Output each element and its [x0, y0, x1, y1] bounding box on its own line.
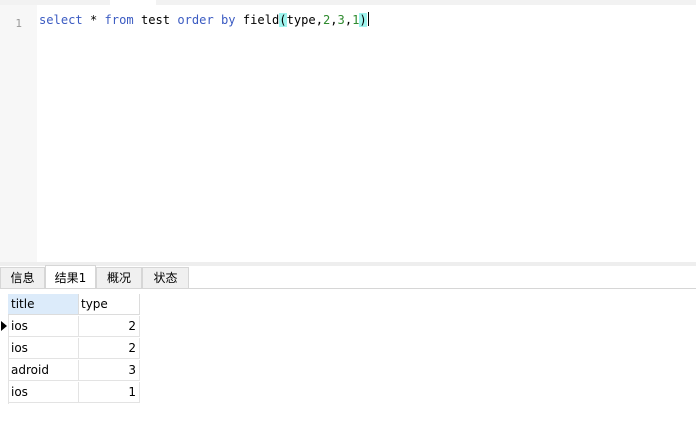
query-tab-strip: [0, 0, 696, 5]
query-tab[interactable]: [110, 0, 156, 5]
tab-result1[interactable]: 结果1: [45, 265, 96, 288]
current-row-arrow-icon: [1, 321, 7, 331]
keyword-order: order: [177, 13, 214, 27]
tab-profile[interactable]: 概况: [96, 267, 142, 288]
cell-title[interactable]: ios: [8, 316, 79, 337]
tab-status[interactable]: 状态: [142, 267, 189, 288]
open-paren: (: [279, 13, 287, 27]
column-header-title[interactable]: title: [8, 294, 79, 315]
cell-type[interactable]: 2: [79, 338, 140, 359]
line-number-gutter: 1: [0, 5, 37, 262]
star-token: *: [89, 13, 98, 27]
column-arg: type: [286, 13, 316, 27]
cell-type[interactable]: 1: [79, 382, 140, 403]
text-caret: [367, 12, 369, 26]
number-arg: 3: [337, 13, 345, 27]
code-line[interactable]: select * from test order by field(type,2…: [39, 12, 369, 27]
function-name: field: [242, 13, 280, 27]
keyword-by: by: [221, 13, 236, 27]
column-header-type[interactable]: type: [79, 294, 140, 315]
sql-editor[interactable]: 1 select * from test order by field(type…: [0, 0, 696, 262]
keyword-from: from: [104, 13, 134, 27]
cell-title[interactable]: adroid: [8, 360, 79, 381]
close-paren: ): [359, 13, 367, 27]
comma: ,: [315, 13, 323, 27]
table-name: test: [140, 13, 171, 27]
cell-title[interactable]: ios: [8, 338, 79, 359]
cell-title[interactable]: ios: [8, 382, 79, 403]
result-tab-bar: 信息 结果1 概况 状态: [0, 265, 696, 289]
tab-info[interactable]: 信息: [0, 267, 45, 288]
comma: ,: [344, 13, 353, 27]
cell-type[interactable]: 2: [79, 316, 140, 337]
line-number: 1: [15, 17, 22, 30]
comma: ,: [330, 13, 338, 27]
keyword-select: select: [39, 13, 83, 27]
cell-type[interactable]: 3: [79, 360, 140, 381]
